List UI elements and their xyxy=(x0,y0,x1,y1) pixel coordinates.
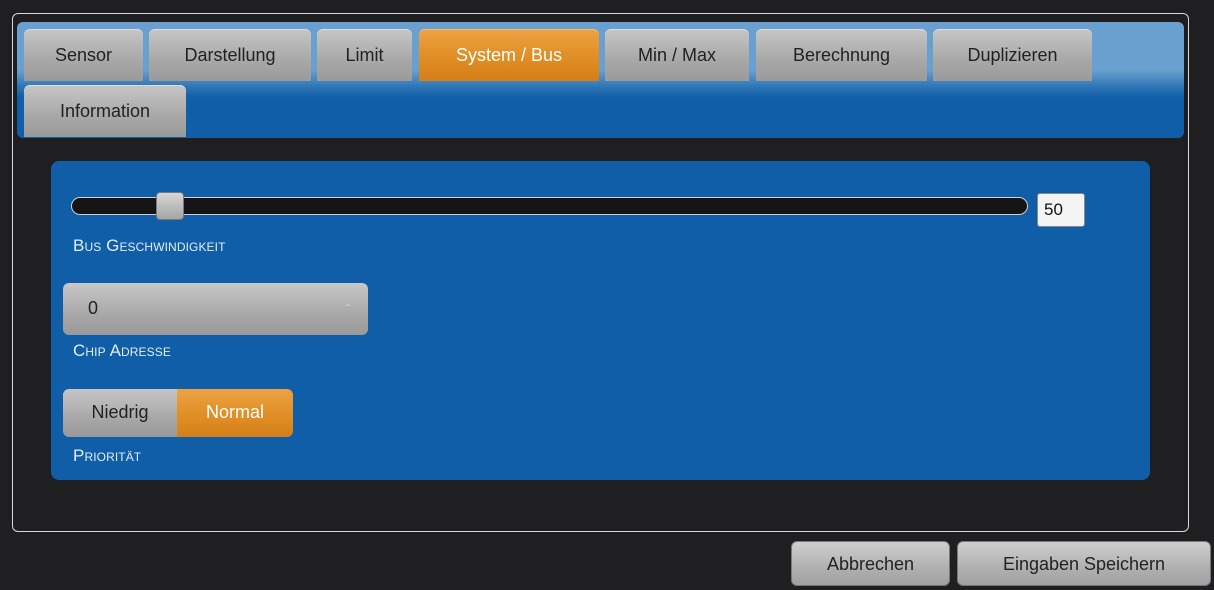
priority-normal-button[interactable]: Normal xyxy=(177,389,293,437)
cancel-button[interactable]: Abbrechen xyxy=(791,541,950,586)
bus-speed-value[interactable]: 50 xyxy=(1037,193,1085,227)
bus-speed-slider-handle[interactable] xyxy=(156,192,184,220)
tab-darstellung[interactable]: Darstellung xyxy=(149,29,311,81)
chip-address-label: Chip Adresse xyxy=(73,341,171,360)
tab-system-bus[interactable]: System / Bus xyxy=(419,29,599,81)
tab-min-max[interactable]: Min / Max xyxy=(605,29,749,81)
bus-speed-slider[interactable] xyxy=(71,197,1028,215)
priority-low-button[interactable]: Niedrig xyxy=(63,389,177,437)
chip-address-select[interactable]: 0 xyxy=(63,283,368,335)
bus-speed-label: Bus Geschwindigkeit xyxy=(73,236,226,255)
priority-label: Priorität xyxy=(73,446,142,465)
chevron-up-icon xyxy=(345,303,351,306)
tab-duplizieren[interactable]: Duplizieren xyxy=(933,29,1092,81)
chip-address-value: 0 xyxy=(88,298,99,318)
tab-sensor[interactable]: Sensor xyxy=(24,29,143,81)
tab-limit[interactable]: Limit xyxy=(317,29,412,81)
tab-information[interactable]: Information xyxy=(24,85,186,137)
tab-berechnung[interactable]: Berechnung xyxy=(756,29,927,81)
save-button[interactable]: Eingaben Speichern xyxy=(957,541,1211,586)
